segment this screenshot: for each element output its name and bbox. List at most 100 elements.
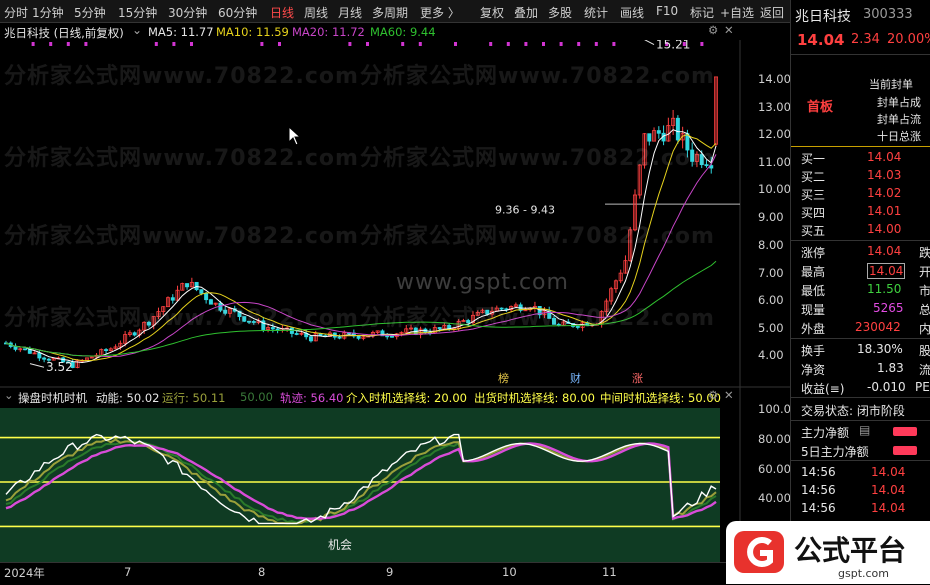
stock-code: 300333	[863, 7, 913, 22]
indicator-bg	[0, 408, 720, 562]
signal-dot	[190, 42, 193, 46]
candle-body	[37, 352, 42, 359]
candle-body	[132, 332, 137, 336]
ma60-line	[5, 260, 717, 357]
bid-price: 14.02	[867, 186, 902, 200]
stock-title: 兆日科技 (日线,前复权)	[4, 26, 124, 40]
signal-dot	[278, 42, 281, 46]
stat-value: 11.50	[867, 282, 902, 296]
price-tick: 13.00	[758, 100, 791, 114]
candle-body	[13, 346, 18, 350]
candle-body	[656, 130, 661, 134]
candle-body	[675, 117, 680, 141]
range-label: 9.36 - 9.43	[495, 203, 555, 216]
ma10-label: MA10: 11.59	[216, 25, 289, 39]
mark-button[interactable]: 标记	[690, 4, 714, 21]
bid-price: 14.01	[867, 204, 902, 218]
candle-body	[104, 349, 109, 351]
tab-1min[interactable]: 1分钟	[32, 4, 64, 21]
tab-15min[interactable]: 15分钟	[118, 4, 157, 21]
candle-body	[556, 323, 561, 326]
price-tick: 12.00	[758, 127, 791, 141]
signal-dot	[454, 42, 457, 46]
ma20-label: MA20: 11.72	[292, 25, 365, 39]
stat-tail: 开	[919, 265, 930, 279]
tab-daily[interactable]: 日线	[270, 4, 294, 21]
candle-body	[204, 292, 209, 301]
close-icon[interactable]: ✕	[724, 23, 734, 37]
signal-dot	[172, 42, 176, 46]
candle-body	[389, 335, 394, 338]
stat2-tail: PE	[915, 380, 930, 394]
signal-dot	[418, 42, 422, 46]
info-line: 封单占成	[877, 96, 921, 109]
main-flow-label: 主力净额	[801, 426, 850, 440]
settings-gear-icon[interactable]: ⚙	[708, 23, 718, 37]
signal-dot	[542, 42, 545, 46]
multi-stock-button[interactable]: 多股	[548, 4, 572, 21]
back-button[interactable]: 返回	[760, 4, 784, 21]
price-change-pct: 20.00%	[887, 32, 930, 47]
stat2-value: 1.83	[877, 361, 904, 375]
candle-body	[247, 320, 252, 323]
tab-60min[interactable]: 60分钟	[218, 4, 257, 21]
main-flow-5d-label: 5日主力净额	[801, 445, 869, 459]
f10-button[interactable]: F10	[656, 4, 678, 18]
stats-button[interactable]: 统计	[584, 4, 608, 21]
candle-body	[385, 335, 390, 338]
bid-label: 买一	[801, 152, 826, 166]
tab-minute[interactable]: 分时	[4, 4, 28, 21]
list-icon[interactable]: ▤	[859, 423, 870, 437]
candle-body	[485, 309, 490, 315]
signal-dot	[594, 42, 598, 46]
signal-dot	[31, 42, 35, 46]
tab-30min[interactable]: 30分钟	[168, 4, 207, 21]
price-tick: 10.00	[758, 182, 791, 196]
signal-dot	[401, 42, 405, 46]
tab-weekly[interactable]: 周线	[304, 4, 328, 21]
bid-label: 买四	[801, 206, 826, 220]
adjust-button[interactable]: 复权	[480, 4, 504, 21]
more-menu[interactable]: 更多 〉	[420, 4, 460, 21]
limit-badge: 首板	[807, 100, 834, 115]
signal-dot	[84, 42, 88, 46]
stat2-value: -0.010	[867, 380, 906, 394]
trade-state: 交易状态: 闭市阶段	[801, 404, 905, 418]
stat-tail: 市	[919, 284, 930, 298]
candle-body	[42, 357, 47, 360]
kline-chart[interactable]: 9.36 - 9.43 15.21 3.52 榜 财 涨	[0, 40, 790, 388]
stat2-value: 18.30%	[857, 342, 903, 356]
indicator-chart[interactable]	[0, 388, 790, 562]
quote-panel: 兆日科技 300333 14.04 2.34 20.00% 首板 当前封单 封单…	[790, 0, 930, 584]
ma10-line	[5, 134, 717, 362]
collapse-icon[interactable]: ⌄	[132, 23, 142, 37]
price-tick: 6.00	[758, 293, 784, 307]
bid-label: 买五	[801, 224, 826, 238]
candle-body	[185, 283, 190, 288]
stat-label: 最高	[801, 265, 826, 279]
tick-price: 14.04	[871, 501, 906, 515]
tab-monthly[interactable]: 月线	[338, 4, 362, 21]
candle-body	[208, 299, 213, 305]
info-line: 封单占流	[877, 113, 921, 126]
candle-body	[466, 320, 471, 324]
indicator-tick: 80.00	[758, 432, 791, 446]
candle-body	[551, 318, 556, 325]
tab-multi-period[interactable]: 多周期	[372, 4, 408, 21]
bid-price: 14.03	[867, 168, 902, 182]
tab-5min[interactable]: 5分钟	[74, 4, 106, 21]
indicator-tick: 60.00	[758, 462, 791, 476]
stat-value: 5265	[873, 301, 904, 315]
low-marker: 3.52	[46, 360, 73, 374]
candle-body	[199, 289, 204, 294]
signal-dot	[260, 42, 264, 46]
brand-logo: 公式平台 gspt.com	[726, 521, 930, 584]
draw-button[interactable]: 画线	[620, 4, 644, 21]
candle-body	[685, 133, 690, 151]
stat-value: 230042	[855, 320, 901, 334]
candle-body	[170, 297, 175, 301]
signal-dot	[577, 42, 581, 46]
overlay-button[interactable]: 叠加	[514, 4, 538, 21]
signal-dot	[700, 42, 704, 46]
add-watchlist-button[interactable]: +自选	[720, 4, 754, 21]
